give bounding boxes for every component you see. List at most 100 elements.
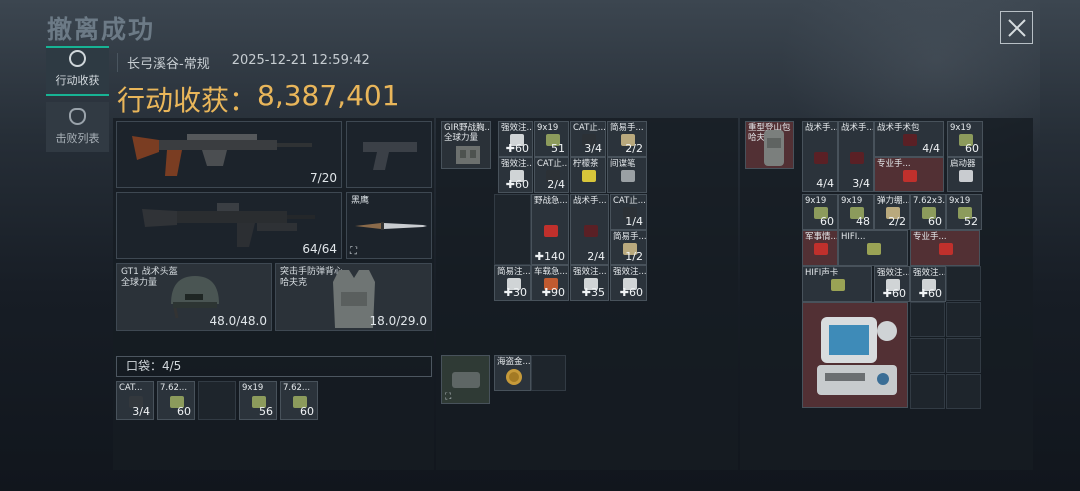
- haul-value: 8,387,401: [257, 79, 400, 112]
- backpack-item[interactable]: 专业手...: [874, 157, 944, 192]
- item-name: 战术手...: [573, 196, 607, 206]
- pocket-item[interactable]: 7.62... 60: [280, 381, 318, 420]
- backpack-empty-slot[interactable]: [946, 266, 981, 301]
- chest-rig-item[interactable]: CAT止... 2/4: [534, 157, 569, 193]
- backpack-empty-slot[interactable]: [946, 302, 981, 337]
- item-icon: [621, 170, 635, 182]
- pistol-icon: [363, 142, 417, 170]
- item-name: 战术手...: [805, 123, 838, 133]
- backpack-empty-slot[interactable]: [946, 374, 981, 409]
- item-count: 52: [964, 215, 978, 228]
- item-icon: [544, 225, 558, 237]
- chest-rig-item[interactable]: 简易注... ✚30: [494, 265, 531, 301]
- pocket-empty-slot[interactable]: [198, 381, 236, 420]
- secure-item[interactable]: 海盗金...: [494, 355, 531, 391]
- backpack-slot[interactable]: 重型登山包 哈夫克: [745, 121, 794, 169]
- item-count: 3/4: [584, 142, 602, 155]
- item-name: 强效注...: [501, 123, 533, 133]
- backpack-empty-slot[interactable]: [910, 338, 945, 373]
- item-icon: [850, 152, 864, 164]
- backpack-item[interactable]: 9x19 60: [802, 194, 838, 230]
- item-name: CAT止...: [537, 159, 569, 169]
- backpack-item[interactable]: 强效注... ✚60: [874, 266, 910, 302]
- secondary-weapon-slot[interactable]: 64/64: [116, 192, 342, 259]
- item-name: 专业手...: [877, 159, 911, 169]
- pocket-item[interactable]: 9x19 56: [239, 381, 277, 420]
- backpack-item[interactable]: 强效注... ✚60: [910, 266, 946, 302]
- item-count: 60: [820, 215, 834, 228]
- chest-rig-item[interactable]: 强效注... ✚60: [498, 121, 533, 157]
- item-icon: [814, 152, 828, 164]
- chest-rig-item[interactable]: 强效注... ✚60: [498, 157, 533, 193]
- loot-icon: [69, 50, 86, 67]
- knife-icon: [355, 222, 427, 230]
- backpack-item[interactable]: 9x19 48: [838, 194, 874, 230]
- item-name: 战术手...: [841, 123, 874, 133]
- item-count: ✚30: [503, 286, 527, 299]
- chest-rig-item[interactable]: 战术手... 2/4: [570, 194, 609, 265]
- backpack-empty-slot[interactable]: [910, 302, 945, 337]
- pocket-item[interactable]: 7.62... 60: [157, 381, 195, 420]
- item-count: 2/4: [587, 250, 605, 263]
- secure-container-slot[interactable]: ⛶: [441, 355, 490, 404]
- primary-weapon-slot[interactable]: 7/20: [116, 121, 342, 188]
- item-name: 柠檬茶: [573, 159, 599, 169]
- pistol-slot[interactable]: [346, 121, 432, 188]
- item-count: 60: [300, 405, 314, 418]
- chest-rig-item[interactable]: CAT止... 1/4: [610, 194, 647, 230]
- item-count: 3/4: [132, 405, 150, 418]
- backpack-item[interactable]: 军事情...: [802, 230, 838, 266]
- chest-rig-item[interactable]: 简易手... 1/2: [610, 230, 647, 265]
- item-name: 强效注...: [877, 268, 910, 278]
- item-name: 战术手术包: [877, 123, 920, 133]
- backpack-item[interactable]: HIFI...: [838, 230, 908, 266]
- armor-slot[interactable]: 突击手防弹背心 哈夫克 18.0/29.0: [275, 263, 432, 331]
- backpack-item[interactable]: 9x19 52: [946, 194, 982, 230]
- item-name: 野战急...: [534, 196, 568, 206]
- backpack-item[interactable]: 战术手... 4/4: [802, 121, 838, 192]
- backpack-item[interactable]: 专业手...: [910, 230, 980, 266]
- backpack-empty-slot[interactable]: [910, 374, 945, 409]
- item-count: 2/2: [625, 142, 643, 155]
- item-count: ✚60: [505, 142, 529, 155]
- melee-slot[interactable]: 黑鹰 ⛶: [346, 192, 432, 259]
- backpack-item[interactable]: 战术手术包 4/4: [874, 121, 944, 157]
- chest-empty-slot[interactable]: [494, 194, 531, 265]
- backpack-item[interactable]: 7.62x3... 60: [910, 194, 946, 230]
- item-count: ✚140: [534, 250, 565, 263]
- item-name: 9x19: [950, 123, 972, 133]
- tab-loot[interactable]: 行动收获: [46, 46, 109, 96]
- backpack-item[interactable]: 弹力绷... 2/2: [874, 194, 910, 230]
- chest-rig-slot[interactable]: GIR野战胸... 全球力量: [441, 121, 491, 169]
- tab-kill-list-label: 击败列表: [55, 132, 100, 145]
- item-name: 弹力绷...: [877, 196, 910, 206]
- item-icon: [582, 170, 596, 182]
- chest-rig-item[interactable]: 车载急... ✚90: [531, 265, 569, 301]
- chest-rig-item[interactable]: 野战急... ✚140: [531, 194, 569, 265]
- chest-rig-item[interactable]: 强效注... ✚60: [610, 265, 647, 301]
- backpack-item-terminal[interactable]: [802, 302, 908, 408]
- chest-rig-item[interactable]: 9x19 51: [534, 121, 569, 157]
- close-button[interactable]: [1000, 11, 1033, 44]
- chest-rig-icon: [456, 146, 480, 164]
- backpack-item[interactable]: 启动器: [947, 157, 983, 192]
- item-name: HIFI...: [841, 232, 866, 242]
- chest-rig-item[interactable]: 强效注... ✚35: [570, 265, 609, 301]
- chest-rig-item[interactable]: 简易手... 2/2: [607, 121, 647, 157]
- chest-rig-item[interactable]: 间谍笔: [607, 157, 647, 193]
- item-name: 7.62...: [160, 383, 188, 393]
- backpack-item[interactable]: 9x19 60: [947, 121, 983, 157]
- pocket-item[interactable]: CAT... 3/4: [116, 381, 154, 420]
- helmet-slot[interactable]: GT1 战术头盔 全球力量 48.0/48.0: [116, 263, 272, 331]
- item-name: 9x19: [949, 196, 971, 206]
- secure-empty-slot[interactable]: [531, 355, 566, 391]
- item-icon: [939, 243, 953, 255]
- backpack-empty-slot[interactable]: [946, 338, 981, 373]
- backpack-item[interactable]: 战术手... 3/4: [838, 121, 874, 192]
- backpack-item[interactable]: HIFI声卡: [802, 266, 872, 302]
- chest-rig-item[interactable]: CAT止... 3/4: [570, 121, 606, 157]
- tab-loot-label: 行动收获: [55, 74, 100, 87]
- tab-kill-list[interactable]: 击败列表: [46, 102, 109, 152]
- item-count: 4/4: [922, 142, 940, 155]
- chest-rig-item[interactable]: 柠檬茶: [570, 157, 606, 193]
